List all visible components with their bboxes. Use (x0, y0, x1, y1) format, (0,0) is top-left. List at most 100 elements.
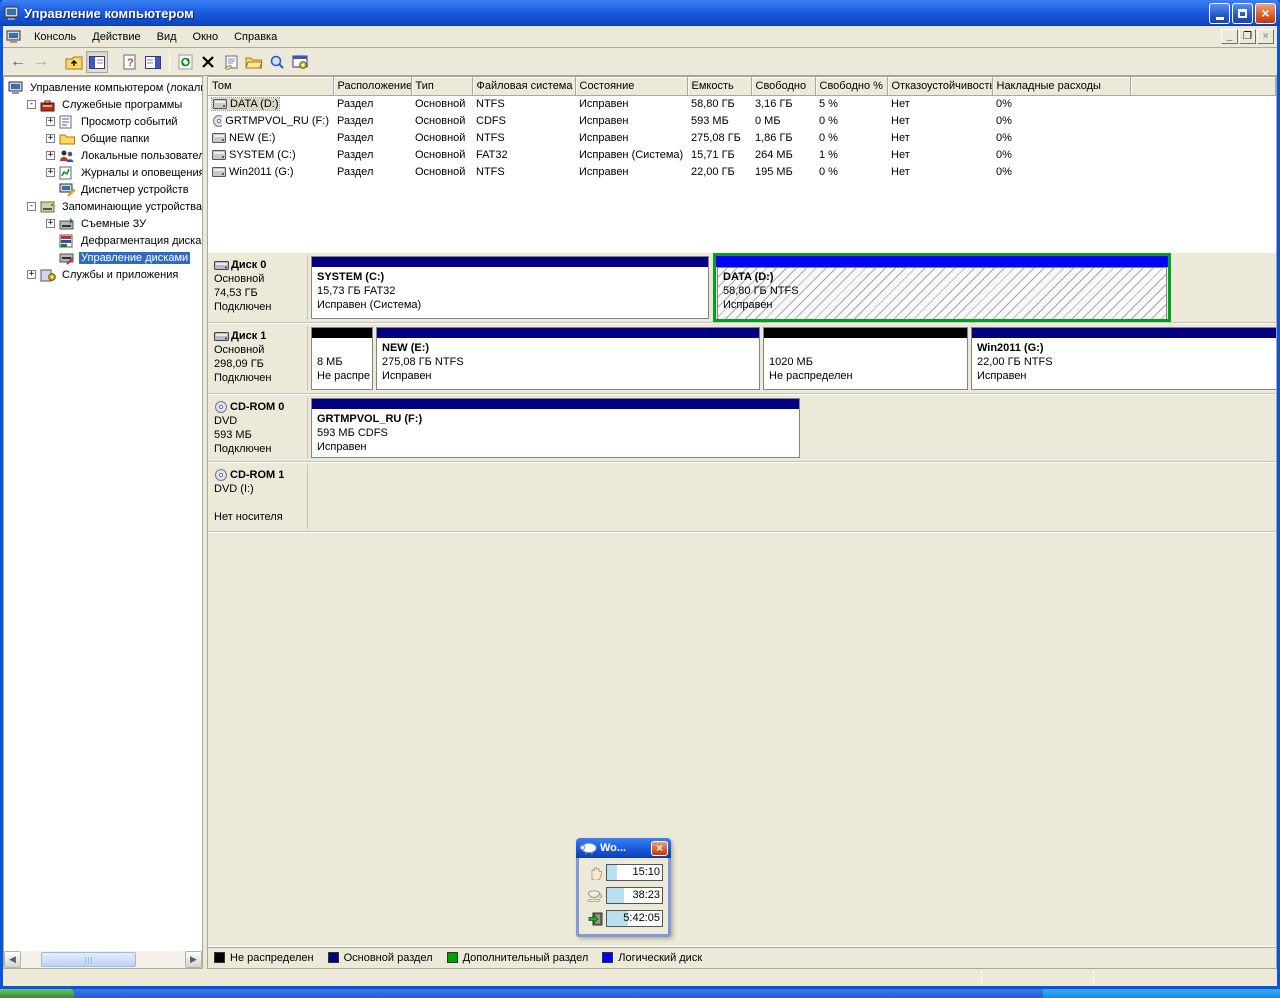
system-tray[interactable] (1043, 989, 1280, 998)
tree-horizontal-scrollbar[interactable]: ◀ ▶ (4, 951, 202, 968)
disk0-label[interactable]: Диск 0 Основной 74,53 ГБ Подключен (210, 255, 308, 320)
scroll-right-icon[interactable]: ▶ (185, 951, 202, 968)
expand-icon[interactable]: + (46, 134, 55, 143)
scroll-left-icon[interactable]: ◀ (4, 951, 21, 968)
tree-item-system-tools[interactable]: - Служебные программы (6, 96, 202, 113)
column-header-capacity[interactable]: Емкость (687, 77, 751, 95)
table-row[interactable]: GRTMPVOL_RU (F:) РазделОсновнойCDFSИспра… (208, 113, 1276, 130)
start-button[interactable] (0, 989, 74, 998)
desktop: Управление компьютером × Консоль Действи… (0, 0, 1280, 998)
tree-item-disk-management[interactable]: Управление дисками (6, 249, 202, 266)
disk-row-disk0: Диск 0 Основной 74,53 ГБ Подключен SYSTE… (208, 253, 1276, 324)
up-one-level-icon[interactable] (63, 51, 85, 73)
menu-vid[interactable]: Вид (149, 28, 185, 46)
back-icon[interactable]: ← (7, 51, 29, 73)
timer-window[interactable]: Wo... × 15:10 38:23 5:42:05 (576, 838, 671, 937)
column-header-free-pct[interactable]: Свободно % (815, 77, 887, 95)
menu-konsol[interactable]: Консоль (26, 28, 84, 46)
tree-item-services[interactable]: + Службы и приложения (6, 266, 202, 283)
timer-close-icon[interactable]: × (651, 841, 668, 856)
open-folder-icon[interactable] (243, 51, 265, 73)
removable-storage-icon (59, 217, 75, 231)
cdrom0-label[interactable]: CD-ROM 0 DVD 593 МБ Подключен (210, 397, 308, 459)
tree-item-performance-logs[interactable]: + Журналы и оповещения пр (6, 164, 202, 181)
unallocated-segment[interactable]: 1020 МБНе распределен (763, 327, 968, 390)
table-row[interactable]: NEW (E:) РазделОсновнойNTFSИсправен275,0… (208, 130, 1276, 147)
partition-new-e[interactable]: NEW (E:)275,08 ГБ NTFSИсправен (376, 327, 760, 390)
volume-icon (213, 99, 227, 109)
tree-item-removable-storage[interactable]: + Съемные ЗУ (6, 215, 202, 232)
help-document-icon[interactable]: ? (119, 51, 141, 73)
column-header-volume[interactable]: Том (208, 77, 333, 95)
cd-volume-grtmpvol[interactable]: GRTMPVOL_RU (F:)593 МБ CDFSИсправен (311, 398, 800, 458)
timer-field: 38:23 (606, 887, 663, 904)
forward-icon: → (30, 51, 52, 73)
toolbar: ← → ? (3, 49, 1277, 76)
mdi-restore-button[interactable]: ❐ (1239, 29, 1256, 44)
minimize-button[interactable] (1209, 3, 1230, 24)
taskbar (0, 989, 1280, 998)
tree-item-shared-folders[interactable]: + Общие папки (6, 130, 202, 147)
tree-item-computer-management-root[interactable]: Управление компьютером (локаль (6, 79, 202, 96)
window-icon (4, 6, 20, 21)
partition-data-d-selected[interactable]: DATA (D:)58,80 ГБ NTFSИсправен (713, 253, 1171, 322)
expand-icon[interactable]: + (27, 270, 36, 279)
titlebar[interactable]: Управление компьютером × (0, 0, 1280, 26)
column-header-fault-tolerance[interactable]: Отказоустойчивость (887, 77, 992, 95)
timer-row-break: 38:23 (584, 887, 663, 904)
mdi-minimize-button[interactable]: _ (1221, 29, 1238, 44)
show-hide-preview-icon[interactable] (142, 51, 164, 73)
column-header-filler (1130, 77, 1276, 95)
disk-row-cdrom0: CD-ROM 0 DVD 593 МБ Подключен GRTMPVOL_R… (208, 395, 1276, 463)
menu-okno[interactable]: Окно (185, 28, 227, 46)
scrollbar-thumb[interactable] (41, 952, 136, 967)
expand-icon[interactable]: + (46, 168, 55, 177)
event-viewer-icon (59, 115, 75, 129)
collapse-icon[interactable]: - (27, 202, 36, 211)
tree-item-defrag[interactable]: Дефрагментация диска (6, 232, 202, 249)
restore-button[interactable] (1232, 3, 1253, 24)
properties-icon[interactable] (220, 51, 242, 73)
legend-swatch-navy (328, 952, 339, 963)
column-header-free[interactable]: Свободно (751, 77, 815, 95)
expand-icon[interactable]: + (46, 117, 55, 126)
taskbar-tasks[interactable] (74, 989, 1043, 998)
show-hide-tree-icon[interactable] (86, 51, 108, 73)
delete-icon[interactable] (197, 51, 219, 73)
timer-row-total: 5:42:05 (584, 910, 663, 927)
details-pane: Том Расположение Тип Файловая система Со… (207, 76, 1277, 969)
unallocated-segment[interactable]: 8 МБНе распре (311, 327, 373, 390)
column-header-location[interactable]: Расположение (333, 77, 411, 95)
tree-item-local-users[interactable]: + Локальные пользователи (6, 147, 202, 164)
cdrom1-label[interactable]: CD-ROM 1 DVD (I:) Нет носителя (210, 465, 308, 529)
system-tools-icon (40, 98, 56, 112)
refresh-icon[interactable] (174, 51, 196, 73)
expand-icon[interactable]: + (46, 151, 55, 160)
partition-win2011-g[interactable]: Win2011 (G:)22,00 ГБ NTFSИсправен (971, 327, 1276, 390)
volume-icon (212, 150, 226, 160)
view-magnifier-icon[interactable] (266, 51, 288, 73)
column-header-overhead[interactable]: Накладные расходы (992, 77, 1130, 95)
defrag-icon (59, 234, 75, 248)
disk-graphical-view: Диск 0 Основной 74,53 ГБ Подключен SYSTE… (208, 253, 1276, 946)
collapse-icon[interactable]: - (27, 100, 36, 109)
legend-primary-partition: Основной раздел (328, 952, 433, 964)
column-header-type[interactable]: Тип (411, 77, 472, 95)
table-row[interactable]: Win2011 (G:) РазделОсновнойNTFSИсправен2… (208, 164, 1276, 181)
menu-spravka[interactable]: Справка (226, 28, 285, 46)
table-row[interactable]: SYSTEM (C:) РазделОсновнойFAT32Исправен … (208, 147, 1276, 164)
mdi-close-button: × (1257, 29, 1274, 44)
tree-item-device-manager[interactable]: Диспетчер устройств (6, 181, 202, 198)
table-row[interactable]: DATA (D:) РазделОсновнойNTFSИсправен58,8… (208, 95, 1276, 113)
expand-icon[interactable]: + (46, 219, 55, 228)
column-header-status[interactable]: Состояние (575, 77, 687, 95)
disk1-label[interactable]: Диск 1 Основной 298,09 ГБ Подключен (210, 326, 308, 391)
column-header-filesystem[interactable]: Файловая система (472, 77, 575, 95)
partition-system-c[interactable]: SYSTEM (C:)15,73 ГБ FAT32Исправен (Систе… (311, 256, 709, 319)
disk-settings-icon[interactable] (289, 51, 311, 73)
timer-titlebar[interactable]: Wo... × (576, 838, 671, 858)
close-button[interactable]: × (1255, 3, 1276, 24)
tree-item-event-viewer[interactable]: + Просмотр событий (6, 113, 202, 130)
tree-item-storage[interactable]: - Запоминающие устройства (6, 198, 202, 215)
menu-dejstvie[interactable]: Действие (84, 28, 148, 46)
